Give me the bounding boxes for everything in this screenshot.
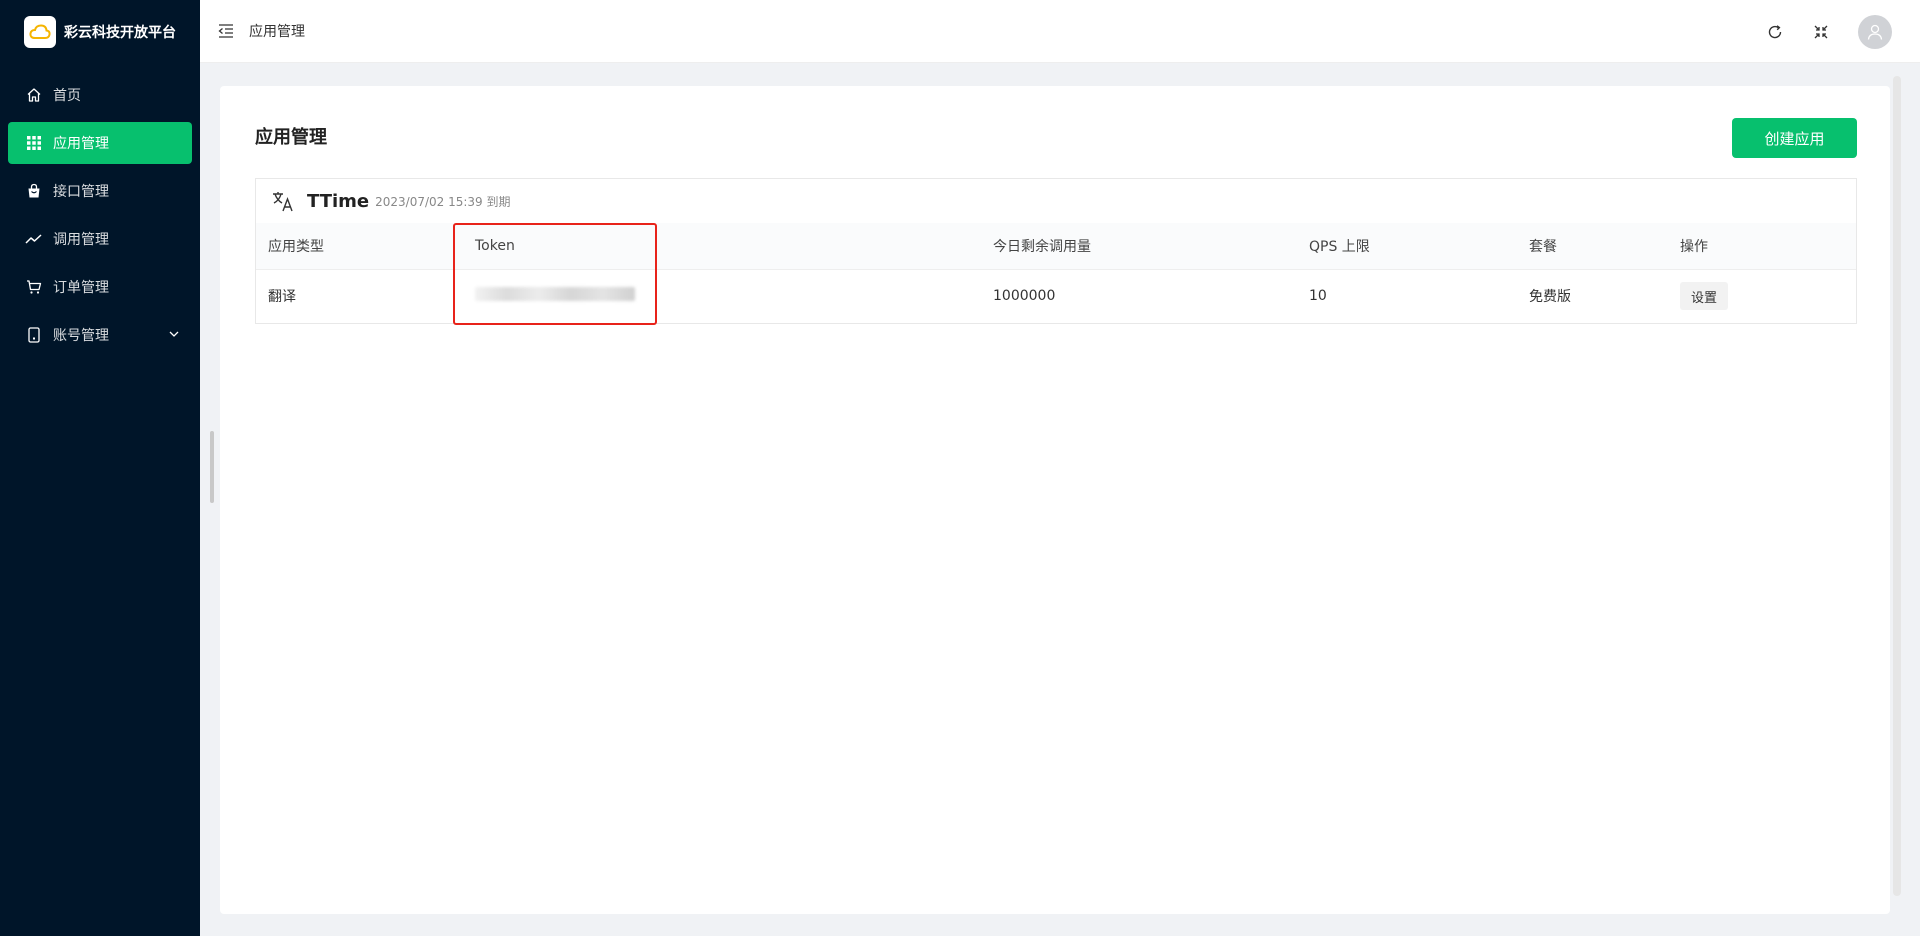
main-content: 应用管理 创建应用 TTime 2023/07/02 15:39 到期 应用类型… — [220, 86, 1890, 914]
sidebar-item-label: 账号管理 — [53, 328, 109, 344]
column-header: 操作 — [1668, 223, 1856, 270]
sidebar-item-label: 调用管理 — [53, 232, 109, 248]
token-cell — [463, 269, 981, 323]
table-header-row: 应用类型 Token 今日剩余调用量 QPS 上限 套餐 操作 — [256, 223, 1856, 270]
brand: 彩云科技开放平台 — [0, 0, 200, 63]
token-value-redacted — [475, 287, 635, 302]
app-card: TTime 2023/07/02 15:39 到期 应用类型 Token 今日剩… — [255, 178, 1857, 324]
app-expire-date: 2023/07/02 15:39 到期 — [375, 194, 511, 209]
sidebar-item-order-management[interactable]: 订单管理 — [8, 266, 192, 308]
settings-button[interactable]: 设置 — [1680, 282, 1728, 311]
column-header: 今日剩余调用量 — [981, 223, 1297, 270]
top-header: 应用管理 — [200, 0, 1920, 63]
action-cell: 设置 — [1668, 269, 1856, 323]
table-row: 翻译 1000000 10 免费版 设置 — [256, 269, 1856, 323]
app-card-header: TTime 2023/07/02 15:39 到期 — [256, 179, 1856, 223]
header-actions — [1766, 0, 1920, 63]
menu-fold-icon[interactable] — [217, 22, 235, 40]
sidebar-item-api-management[interactable]: 接口管理 — [8, 170, 192, 212]
sidebar-resize-handle[interactable] — [210, 431, 214, 503]
sidebar-menu: 首页 应用管理 接口管理 调用管理 订单管理 账号管理 — [0, 74, 200, 356]
brand-title: 彩云科技开放平台 — [64, 24, 176, 41]
create-app-button[interactable]: 创建应用 — [1732, 118, 1857, 158]
qps-limit-cell: 10 — [1309, 288, 1327, 305]
sidebar-item-home[interactable]: 首页 — [8, 74, 192, 116]
cart-icon — [25, 278, 43, 296]
user-avatar-icon[interactable] — [1858, 14, 1892, 49]
app-type-cell: 翻译 — [268, 289, 296, 306]
phone-icon — [25, 326, 43, 344]
column-header: 套餐 — [1517, 223, 1668, 270]
fullscreen-icon[interactable] — [1812, 23, 1830, 41]
column-header: 应用类型 — [256, 223, 463, 270]
shopping-bag-icon — [25, 182, 43, 200]
remaining-calls-cell: 1000000 — [993, 288, 1056, 305]
sidebar-item-label: 接口管理 — [53, 184, 109, 200]
sidebar-item-call-management[interactable]: 调用管理 — [8, 218, 192, 260]
scrollbar[interactable] — [1893, 76, 1901, 896]
app-table: 应用类型 Token 今日剩余调用量 QPS 上限 套餐 操作 翻译 10000… — [256, 223, 1856, 323]
app-name: TTime — [307, 190, 370, 212]
sidebar-item-label: 应用管理 — [53, 136, 109, 152]
home-icon — [25, 86, 43, 104]
refresh-icon[interactable] — [1766, 23, 1784, 41]
breadcrumb: 应用管理 — [249, 24, 305, 40]
cloud-logo-icon — [24, 15, 56, 48]
page-title: 应用管理 — [255, 127, 327, 148]
sidebar-item-label: 订单管理 — [53, 280, 109, 296]
column-header: QPS 上限 — [1297, 223, 1517, 270]
sidebar-item-account-management[interactable]: 账号管理 — [8, 314, 192, 356]
chevron-down-icon — [168, 328, 180, 344]
grid-icon — [25, 134, 43, 152]
sidebar-item-app-management[interactable]: 应用管理 — [8, 122, 192, 164]
sidebar: 彩云科技开放平台 首页 应用管理 接口管理 调用管理 订单管理 账号管理 — [0, 0, 200, 936]
plan-cell: 免费版 — [1529, 289, 1571, 306]
sidebar-item-label: 首页 — [53, 88, 81, 104]
trend-line-icon — [25, 230, 43, 248]
column-header: Token — [463, 223, 981, 270]
translate-icon — [271, 189, 295, 213]
